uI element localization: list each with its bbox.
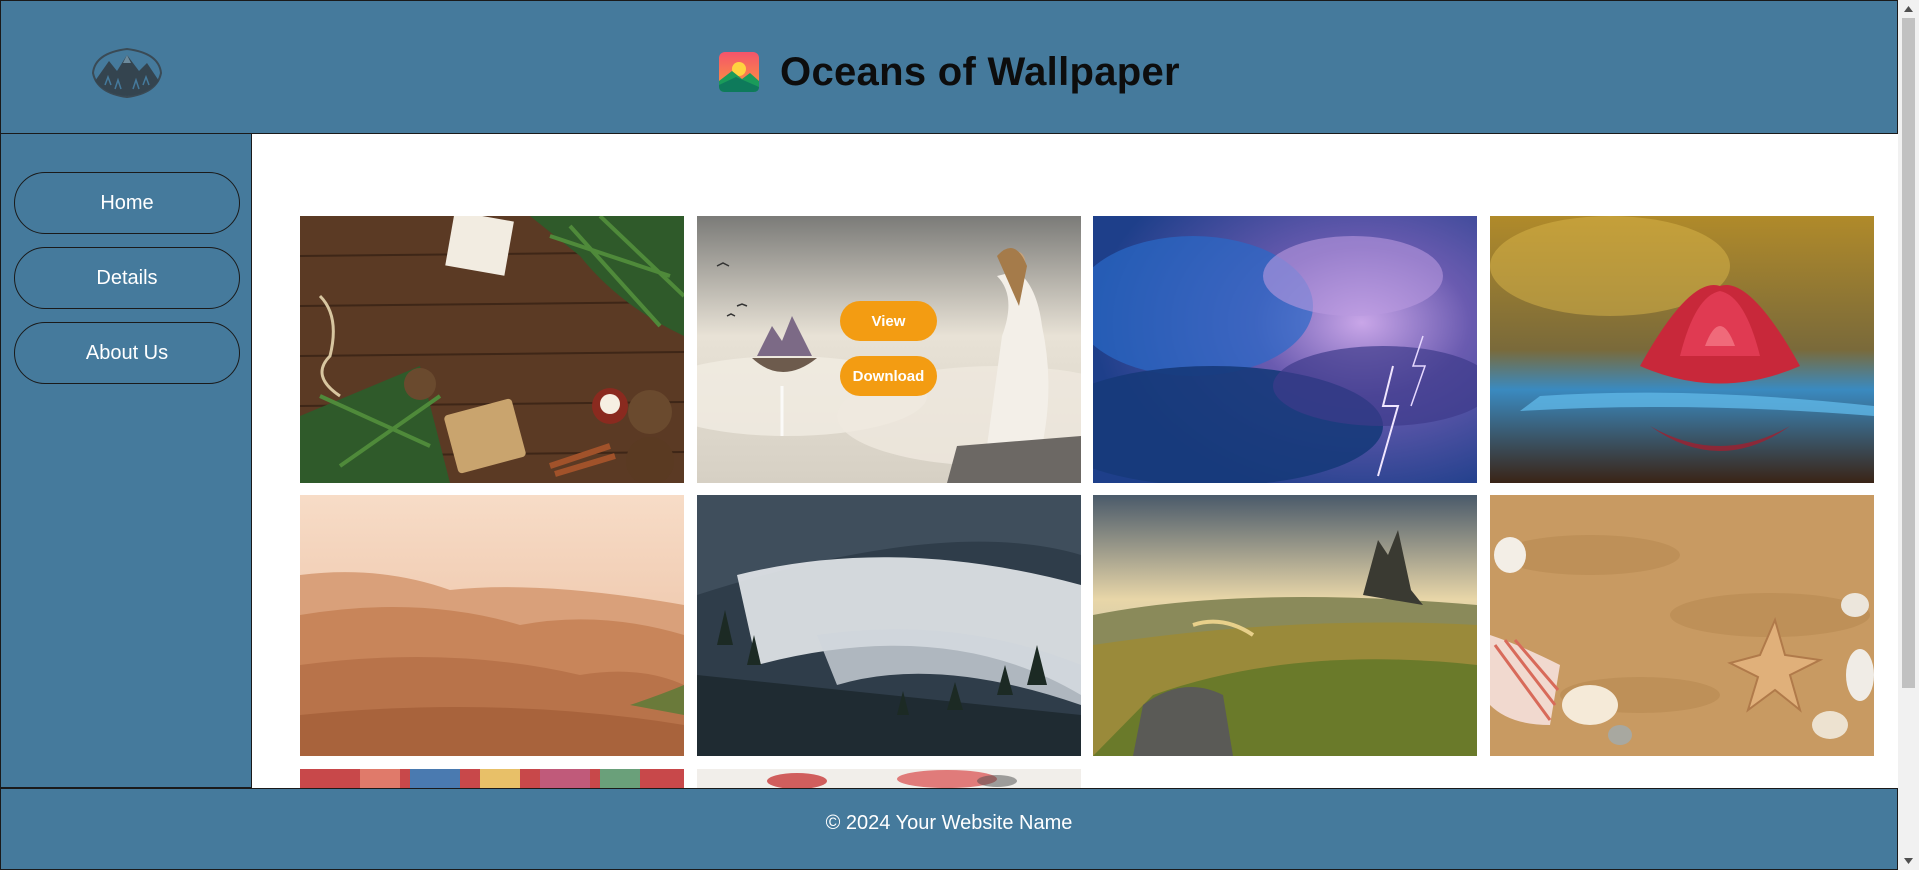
gallery-image[interactable]: View Download (697, 216, 1081, 483)
scroll-up-icon[interactable] (1902, 2, 1915, 16)
gallery-image[interactable] (1490, 495, 1874, 756)
gallery-grid: View Download (252, 134, 1898, 788)
nav-details-label: Details (96, 266, 158, 289)
gallery-image[interactable] (300, 495, 684, 756)
site-title: Oceans of Wallpaper (1, 47, 1897, 97)
download-button-label: Download (852, 367, 925, 385)
nav-details-button[interactable]: Details (14, 247, 240, 309)
gallery-image[interactable] (1490, 216, 1874, 483)
download-button[interactable]: Download (840, 356, 937, 396)
gallery-image[interactable] (697, 769, 1081, 788)
gallery-image[interactable] (300, 216, 684, 483)
nav-about-label: About Us (85, 341, 169, 364)
landscape-image-icon (719, 52, 760, 92)
gallery-image[interactable] (1093, 216, 1477, 483)
scroll-down-icon[interactable] (1902, 854, 1915, 868)
sidebar-nav: Home Details About Us (0, 134, 252, 788)
site-header: Oceans of Wallpaper (0, 0, 1898, 134)
page-title: Oceans of Wallpaper (780, 49, 1180, 94)
footer-copyright: © 2024 Your Website Name (825, 811, 1073, 834)
view-button-label: View (871, 312, 906, 330)
vertical-scrollbar[interactable] (1898, 0, 1919, 870)
gallery-image[interactable] (697, 495, 1081, 756)
nav-home-button[interactable]: Home (14, 172, 240, 234)
view-button[interactable]: View (840, 301, 937, 341)
scrollbar-thumb[interactable] (1902, 18, 1915, 688)
gallery-image[interactable] (1093, 495, 1477, 756)
nav-home-label: Home (100, 191, 154, 214)
nav-about-button[interactable]: About Us (14, 322, 240, 384)
gallery-image[interactable] (300, 769, 684, 788)
site-footer: © 2024 Your Website Name (0, 788, 1898, 870)
